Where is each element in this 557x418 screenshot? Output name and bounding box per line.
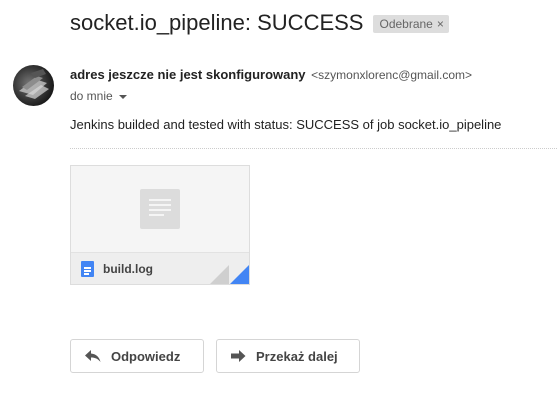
recipient-text: do mnie [70,89,113,103]
file-type-corner-icon [210,265,249,284]
attachment-card[interactable]: build.log [70,165,250,285]
forward-button[interactable]: Przekaż dalej [216,339,360,373]
subject-text: socket.io_pipeline: SUCCESS [70,10,364,35]
text-document-icon [140,189,180,229]
sender-name[interactable]: adres jeszcze nie jest skonfigurowany [70,67,306,82]
reply-arrow-icon [85,350,101,362]
recipient-details-toggle[interactable]: do mnie [70,89,127,103]
avatar-image [19,69,49,99]
sender-email: <szymonxlorenc@gmail.com> [311,68,473,82]
attachment-file-name: build.log [103,262,153,276]
attachment-footer: build.log [71,252,249,284]
email-body: Jenkins builded and tested with status: … [70,117,502,132]
reply-label: Odpowiedz [111,348,181,364]
label-chip-inbox[interactable]: Odebrane × [373,15,449,33]
reply-button[interactable]: Odpowiedz [70,339,204,373]
forward-arrow-icon [231,350,246,362]
forward-label: Przekaż dalej [256,348,338,364]
avatar[interactable] [13,65,54,106]
email-subject: socket.io_pipeline: SUCCESS Odebrane × [70,10,449,36]
document-icon [81,261,94,277]
sender-line: adres jeszcze nie jest skonfigurowany <s… [70,67,472,82]
attachment-divider [70,148,557,149]
label-text: Odebrane [379,17,433,31]
attachment-preview[interactable] [71,166,249,252]
chevron-down-icon[interactable] [118,95,127,99]
remove-label-icon[interactable]: × [437,17,444,31]
